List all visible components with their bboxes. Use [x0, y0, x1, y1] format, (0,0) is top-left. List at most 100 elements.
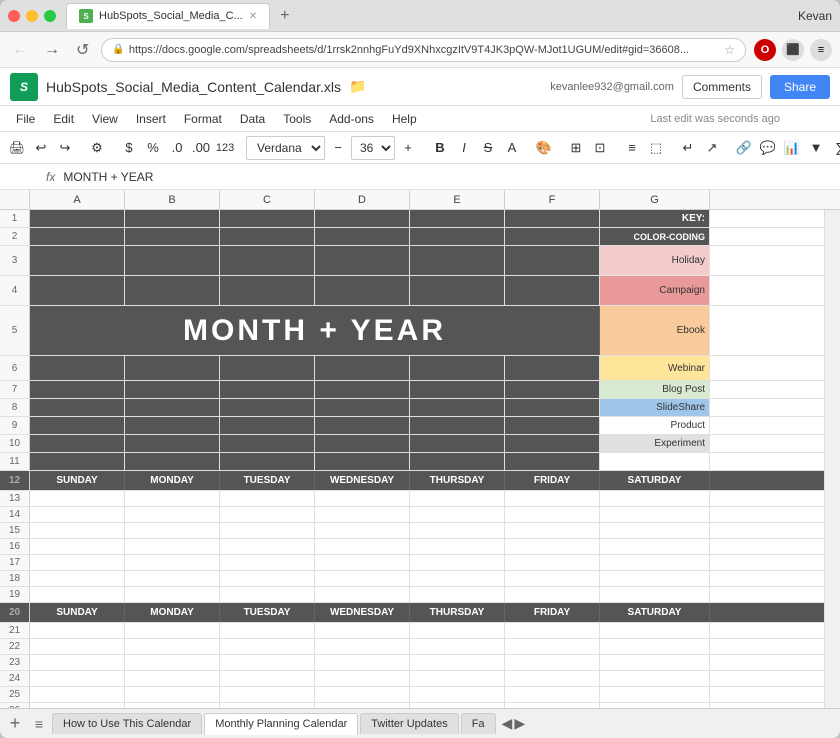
sheet-tab-how-to[interactable]: How to Use This Calendar [52, 713, 202, 734]
share-button[interactable]: Share [770, 75, 830, 99]
col-header-e[interactable]: E [410, 190, 505, 209]
cell-e9[interactable] [410, 417, 505, 434]
add-sheet-button[interactable]: + [4, 713, 26, 735]
font-size-select[interactable]: 36 [351, 136, 395, 160]
cell-15-f[interactable] [505, 523, 600, 538]
cell-18-c[interactable] [220, 571, 315, 586]
cell-sunday-1[interactable]: SUNDAY [30, 471, 125, 490]
close-button[interactable] [8, 10, 20, 22]
cell-g7-blogpost[interactable]: Blog Post [600, 381, 710, 398]
sheet-tab-fa[interactable]: Fa [461, 713, 496, 734]
cell-b4[interactable] [125, 276, 220, 305]
bookmark-icon[interactable]: ☆ [724, 43, 735, 57]
cell-17-a[interactable] [30, 555, 125, 570]
tab-close-icon[interactable]: ✕ [249, 11, 257, 22]
cell-19-a[interactable] [30, 587, 125, 602]
cell-e8[interactable] [410, 399, 505, 416]
sheet-tab-monthly[interactable]: Monthly Planning Calendar [204, 713, 358, 735]
cell-17-c[interactable] [220, 555, 315, 570]
minimize-button[interactable] [26, 10, 38, 22]
cell-b11[interactable] [125, 453, 220, 470]
currency-button[interactable]: $ [118, 136, 140, 160]
cell-f1[interactable] [505, 210, 600, 227]
cell-18-e[interactable] [410, 571, 505, 586]
maximize-button[interactable] [44, 10, 56, 22]
cell-18-b[interactable] [125, 571, 220, 586]
menu-add-ons[interactable]: Add-ons [321, 109, 382, 129]
cell-16-b[interactable] [125, 539, 220, 554]
cell-13-f[interactable] [505, 491, 600, 506]
cell-17-e[interactable] [410, 555, 505, 570]
cell-19-g[interactable] [600, 587, 710, 602]
cell-d10[interactable] [315, 435, 410, 452]
cell-17-g[interactable] [600, 555, 710, 570]
comment-button[interactable]: 💬 [757, 136, 779, 160]
cell-g8-slideshare[interactable]: SlideShare [600, 399, 710, 416]
file-name[interactable]: HubSpots_Social_Media_Content_Calendar.x… [46, 79, 341, 95]
cell-d9[interactable] [315, 417, 410, 434]
font-size-decrease-button[interactable]: − [327, 136, 349, 160]
cell-13-a[interactable] [30, 491, 125, 506]
cell-18-g[interactable] [600, 571, 710, 586]
sheet-list-button[interactable]: ≡ [28, 713, 50, 735]
cell-sunday-2[interactable]: SUNDAY [30, 603, 125, 622]
decimal-decrease-button[interactable]: .0 [166, 136, 188, 160]
cell-d8[interactable] [315, 399, 410, 416]
redo-button[interactable]: ↪ [54, 136, 76, 160]
sheet-tab-twitter[interactable]: Twitter Updates [360, 713, 458, 734]
cell-saturday-2[interactable]: SATURDAY [600, 603, 710, 622]
cell-13-d[interactable] [315, 491, 410, 506]
cell-a9[interactable] [30, 417, 125, 434]
forward-button[interactable]: → [40, 39, 64, 61]
reload-button[interactable]: ↺ [72, 38, 93, 62]
menu-view[interactable]: View [84, 109, 126, 129]
col-header-a[interactable]: A [30, 190, 125, 209]
cell-d11[interactable] [315, 453, 410, 470]
align-button[interactable]: ≡ [621, 136, 643, 160]
cell-18-f[interactable] [505, 571, 600, 586]
format-paint-button[interactable]: ⚙ [86, 136, 108, 160]
cell-18-a[interactable] [30, 571, 125, 586]
fill-color-button[interactable]: 🎨 [533, 136, 555, 160]
month-title-cell[interactable]: MONTH + YEAR [30, 306, 600, 355]
cell-a8[interactable] [30, 399, 125, 416]
cell-15-g[interactable] [600, 523, 710, 538]
cell-b8[interactable] [125, 399, 220, 416]
cell-d6[interactable] [315, 356, 410, 380]
cell-monday-2[interactable]: MONDAY [125, 603, 220, 622]
cell-f9[interactable] [505, 417, 600, 434]
url-bar[interactable]: 🔒 https://docs.google.com/spreadsheets/d… [101, 38, 746, 62]
cell-b3[interactable] [125, 246, 220, 275]
cell-e1[interactable] [410, 210, 505, 227]
cell-14-d[interactable] [315, 507, 410, 522]
cell-e10[interactable] [410, 435, 505, 452]
merge-button[interactable]: ⊡ [589, 136, 611, 160]
cell-e4[interactable] [410, 276, 505, 305]
cell-b9[interactable] [125, 417, 220, 434]
cell-thursday-1[interactable]: THURSDAY [410, 471, 505, 490]
cell-saturday-1[interactable]: SATURDAY [600, 471, 710, 490]
cell-f7[interactable] [505, 381, 600, 398]
cell-15-b[interactable] [125, 523, 220, 538]
cell-c4[interactable] [220, 276, 315, 305]
cell-g9-product[interactable]: Product [600, 417, 710, 434]
new-tab-button[interactable]: + [274, 7, 295, 25]
col-header-g[interactable]: G [600, 190, 710, 209]
cell-e7[interactable] [410, 381, 505, 398]
cell-16-g[interactable] [600, 539, 710, 554]
bold-button[interactable]: B [429, 136, 451, 160]
cell-f6[interactable] [505, 356, 600, 380]
menu-data[interactable]: Data [232, 109, 273, 129]
col-header-d[interactable]: D [315, 190, 410, 209]
cell-19-e[interactable] [410, 587, 505, 602]
cell-g5-ebook[interactable]: Ebook [600, 306, 710, 355]
cell-e11[interactable] [410, 453, 505, 470]
function-button[interactable]: ∑ [829, 136, 840, 160]
cell-c8[interactable] [220, 399, 315, 416]
cell-d3[interactable] [315, 246, 410, 275]
menu-help[interactable]: Help [384, 109, 425, 129]
cell-e6[interactable] [410, 356, 505, 380]
cell-14-b[interactable] [125, 507, 220, 522]
strikethrough-button[interactable]: S [477, 136, 499, 160]
cell-tuesday-1[interactable]: TUESDAY [220, 471, 315, 490]
